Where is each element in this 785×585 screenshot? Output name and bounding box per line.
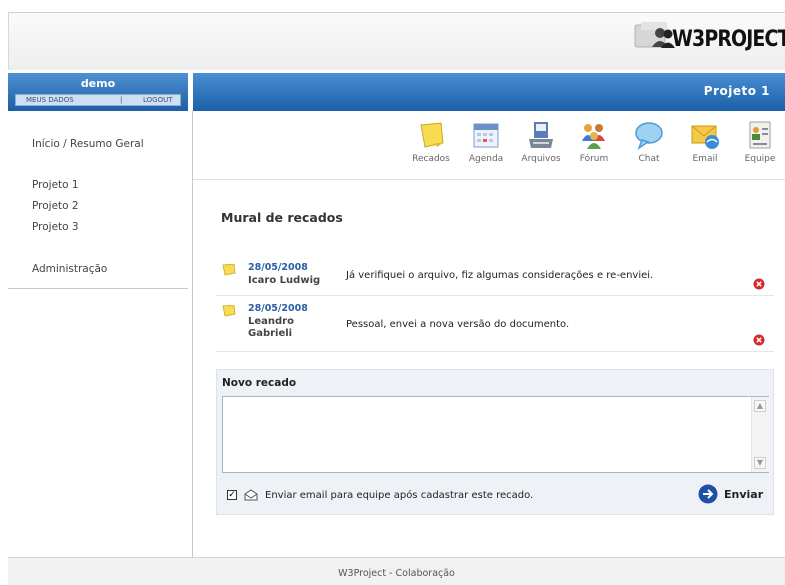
email-icon [691,125,719,149]
textarea-scrollbar[interactable]: ▲ ▼ [751,397,769,472]
files-icon [529,122,553,148]
arrow-right-icon [698,484,718,504]
project-title: Projeto 1 [703,84,770,98]
note-icon [222,264,236,276]
sidebar-item-projeto-3[interactable]: Projeto 3 [32,221,79,233]
new-message-panel: Novo recado ▲ ▼ ✓ Enviar email para equi… [216,369,774,515]
chat-icon [635,122,663,150]
logout-link[interactable]: LOGOUT [143,95,173,105]
message-author: Leandro Gabrieli [248,316,294,339]
calendar-icon [473,123,499,148]
message-textarea[interactable] [222,396,769,473]
delete-icon[interactable] [753,278,765,290]
scroll-down-icon[interactable]: ▼ [754,457,766,469]
footer-text: W3Project - Colaboração [338,568,455,579]
message-author: Icaro Ludwig [248,275,321,286]
message-text: Pessoal, envei a nova versão do document… [346,319,570,330]
user-panel: demo MEUS DADOS | LOGOUT [8,73,188,111]
scroll-up-icon[interactable]: ▲ [754,400,766,412]
message-item: 28/05/2008 Leandro Gabrieli Pessoal, env… [216,302,774,352]
my-data-link[interactable]: MEUS DADOS [26,95,74,105]
note-icon [420,122,444,148]
note-icon [222,305,236,317]
app: W3PROJECT demo MEUS DADOS | LOGOUT Proje… [0,0,785,585]
toolbar-equipe[interactable]: Equipe [734,119,785,164]
toolbar-chat[interactable]: Chat [623,119,675,164]
forum-icon [582,124,605,149]
email-team-checkbox[interactable]: ✓ [227,490,237,500]
sidebar-item-projeto-2[interactable]: Projeto 2 [32,200,79,212]
toolbar-recados[interactable]: Recados [405,119,457,164]
toolbar-agenda[interactable]: Agenda [460,119,512,164]
sidebar-divider-line [8,288,188,289]
envelope-icon [244,489,258,501]
message-text: Já verifiquei o arquivo, fiz algumas con… [346,270,654,281]
email-team-label[interactable]: Enviar email para equipe após cadastrar … [265,490,533,501]
delete-icon[interactable] [753,334,765,346]
message-item: 28/05/2008 Icaro Ludwig Já verifiquei o … [216,261,774,296]
username: demo [80,77,116,90]
sidebar-item-admin[interactable]: Administração [32,263,107,275]
send-label: Enviar [724,488,764,501]
toolbar-divider [193,179,785,180]
team-icon [749,121,771,149]
new-message-title: Novo recado [222,377,297,389]
mural-title: Mural de recados [221,210,343,225]
user-links-separator: | [120,96,123,104]
toolbar-forum[interactable]: Fórum [568,119,620,164]
project-bar: Projeto 1 [193,73,785,111]
user-links: MEUS DADOS | LOGOUT [15,94,181,106]
sidebar-item-projeto-1[interactable]: Projeto 1 [32,179,79,191]
toolbar-arquivos[interactable]: Arquivos [515,119,567,164]
sidebar-item-home[interactable]: Início / Resumo Geral [32,138,144,150]
sidebar-divider [192,111,193,557]
toolbar-email[interactable]: Email [679,119,731,164]
message-date: 28/05/2008 [248,303,308,314]
brand-title: W3PROJECT [672,27,785,52]
message-date: 28/05/2008 [248,262,308,273]
footer: W3Project - Colaboração [8,557,785,585]
